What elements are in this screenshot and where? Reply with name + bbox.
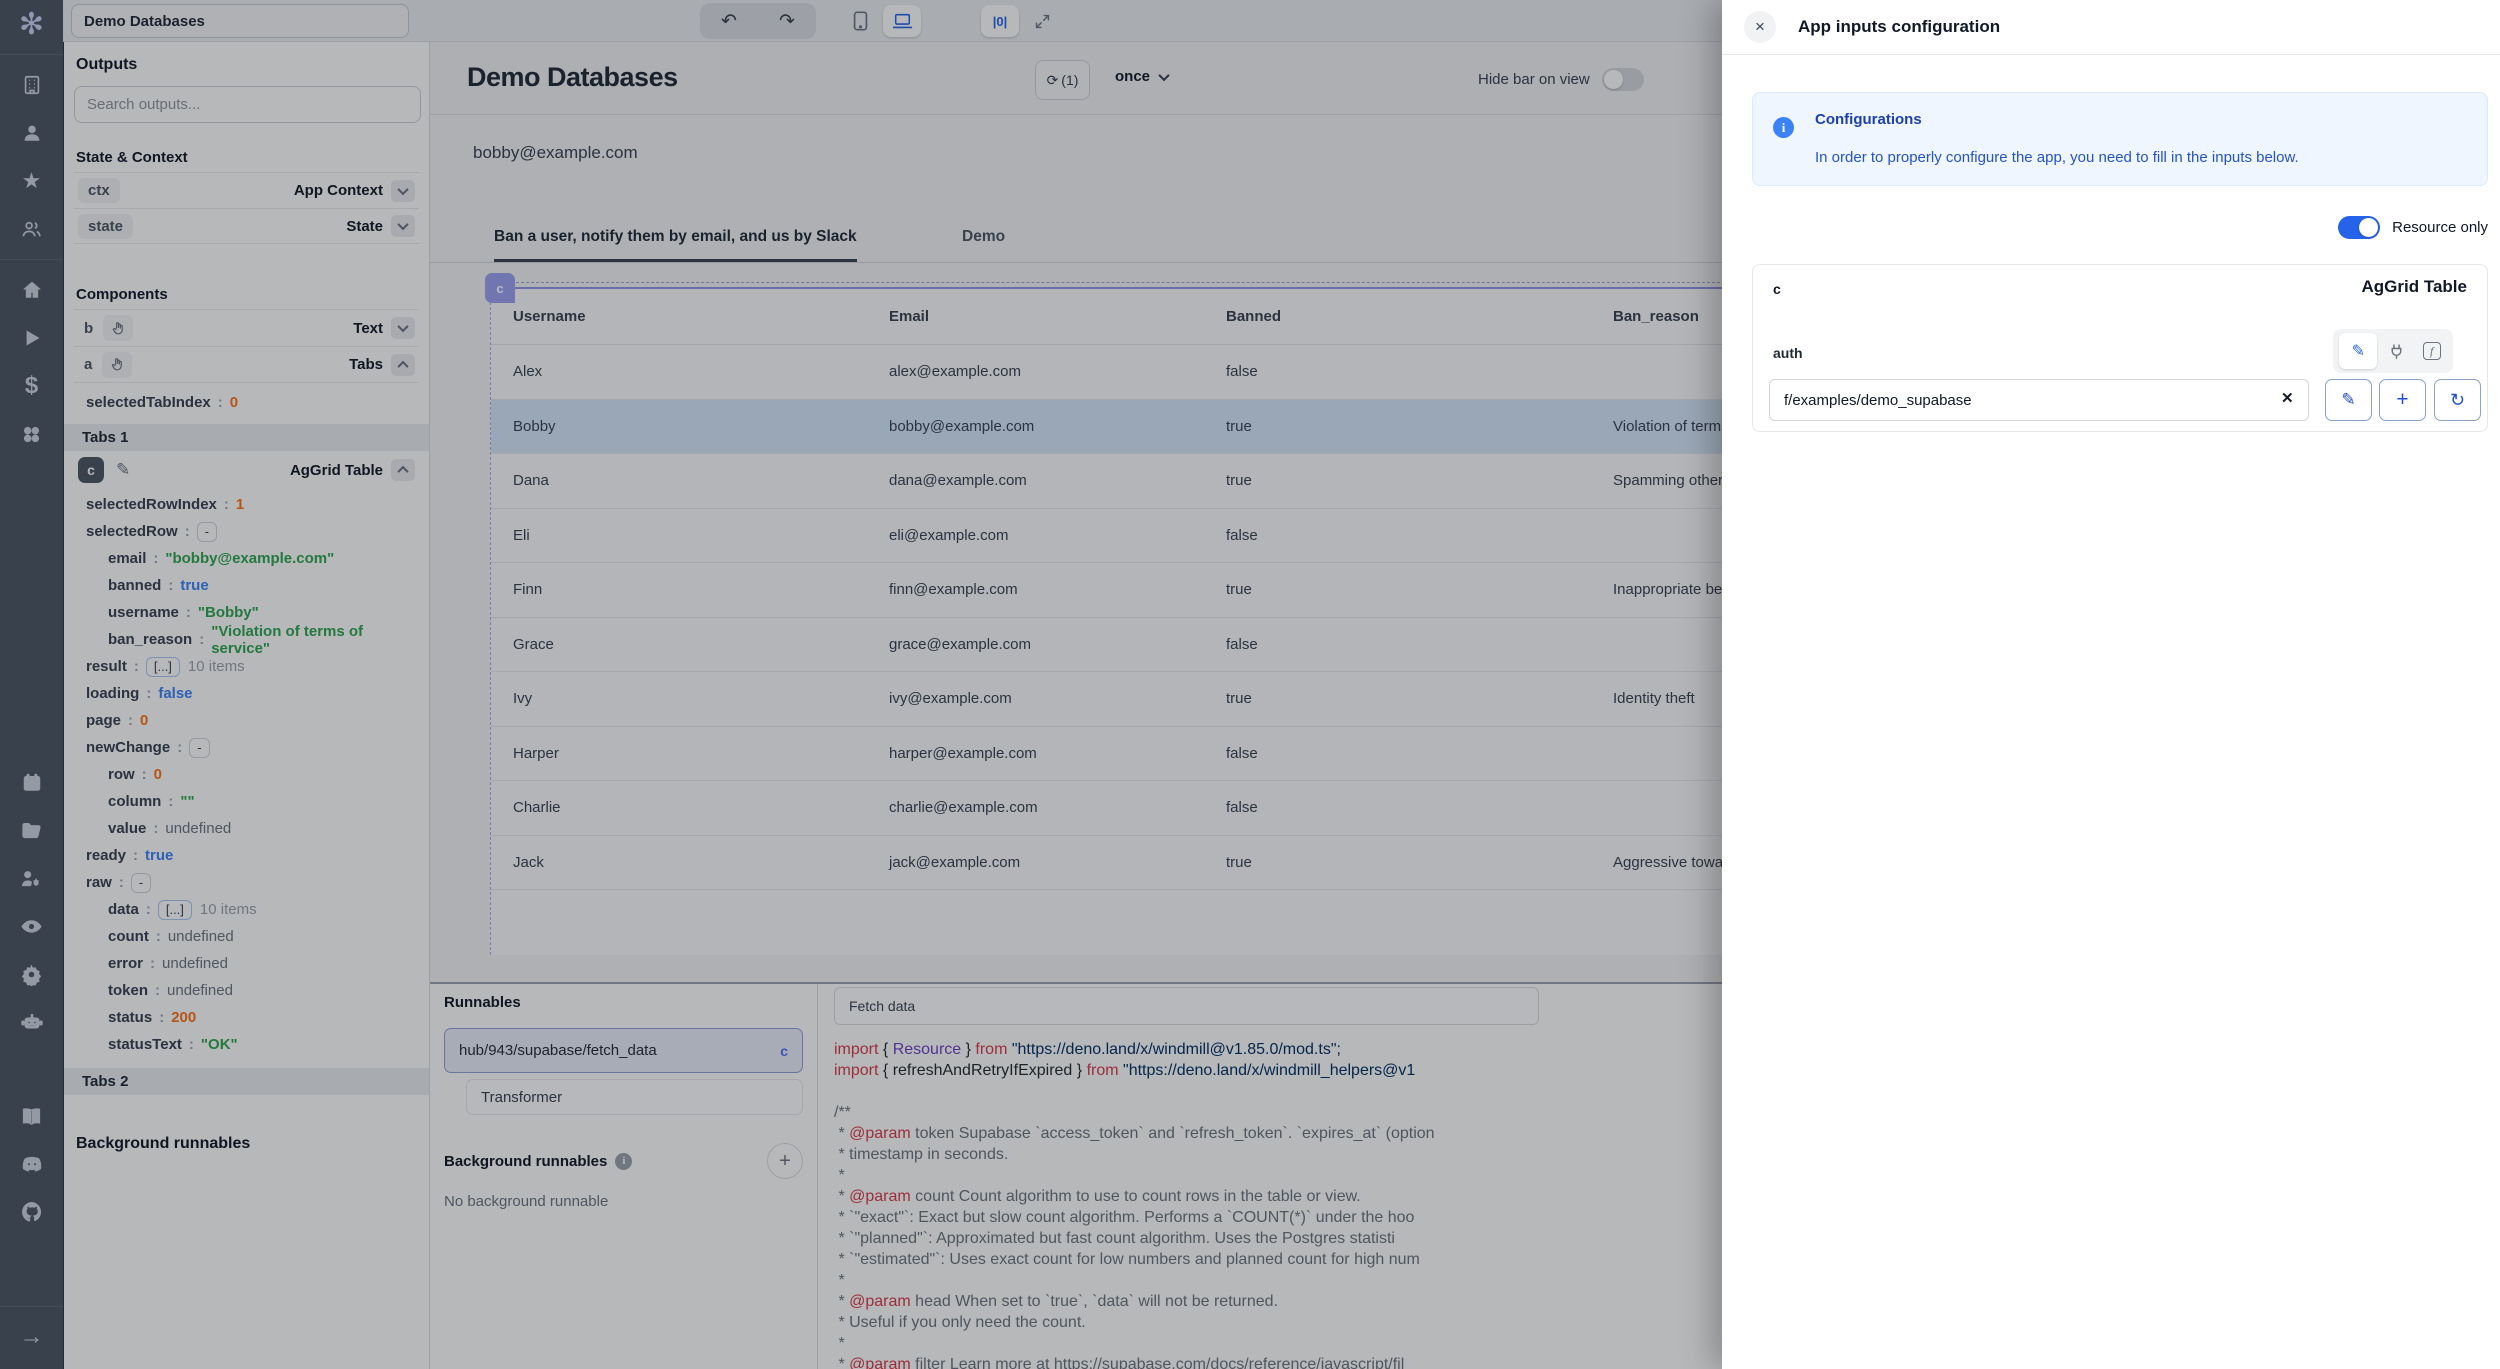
alert-title: Configurations xyxy=(1815,111,1922,128)
close-icon[interactable]: × xyxy=(1744,11,1776,43)
resource-path-input[interactable] xyxy=(1769,379,2309,421)
drawer-title: App inputs configuration xyxy=(1798,17,2000,37)
add-resource-button[interactable]: + xyxy=(2379,379,2426,421)
drawer-header: × App inputs configuration xyxy=(1722,0,2500,55)
auth-field-label: auth xyxy=(1773,345,1803,361)
configurations-alert: i Configurations In order to properly co… xyxy=(1752,92,2488,186)
resource-only-label: Resource only xyxy=(2392,219,2488,236)
app-inputs-drawer: × App inputs configuration i Configurati… xyxy=(1722,0,2500,1369)
eval-function-icon[interactable]: f xyxy=(2417,333,2447,369)
input-mode-switcher: ✎ f xyxy=(2333,329,2453,373)
config-component-id: c xyxy=(1773,281,1781,297)
resource-only-row: Resource only xyxy=(1752,216,2488,239)
refresh-resource-button[interactable]: ↻ xyxy=(2434,379,2481,421)
clear-input-icon[interactable]: ✕ xyxy=(2281,389,2294,407)
alert-body: In order to properly configure the app, … xyxy=(1815,149,2299,166)
edit-resource-button[interactable]: ✎ xyxy=(2325,379,2372,421)
config-component-type: AgGrid Table xyxy=(2362,277,2467,297)
resource-only-toggle[interactable] xyxy=(2338,216,2380,239)
static-mode-pencil-icon[interactable]: ✎ xyxy=(2339,333,2377,369)
connect-plug-icon[interactable] xyxy=(2382,333,2412,369)
component-config-card: c AgGrid Table auth ✎ f ✕ ✎ + ↻ xyxy=(1752,264,2488,432)
app-root: ✻ ★ $ → ↶ ↷ xyxy=(0,0,2500,1369)
info-circle-icon: i xyxy=(1773,117,1794,138)
